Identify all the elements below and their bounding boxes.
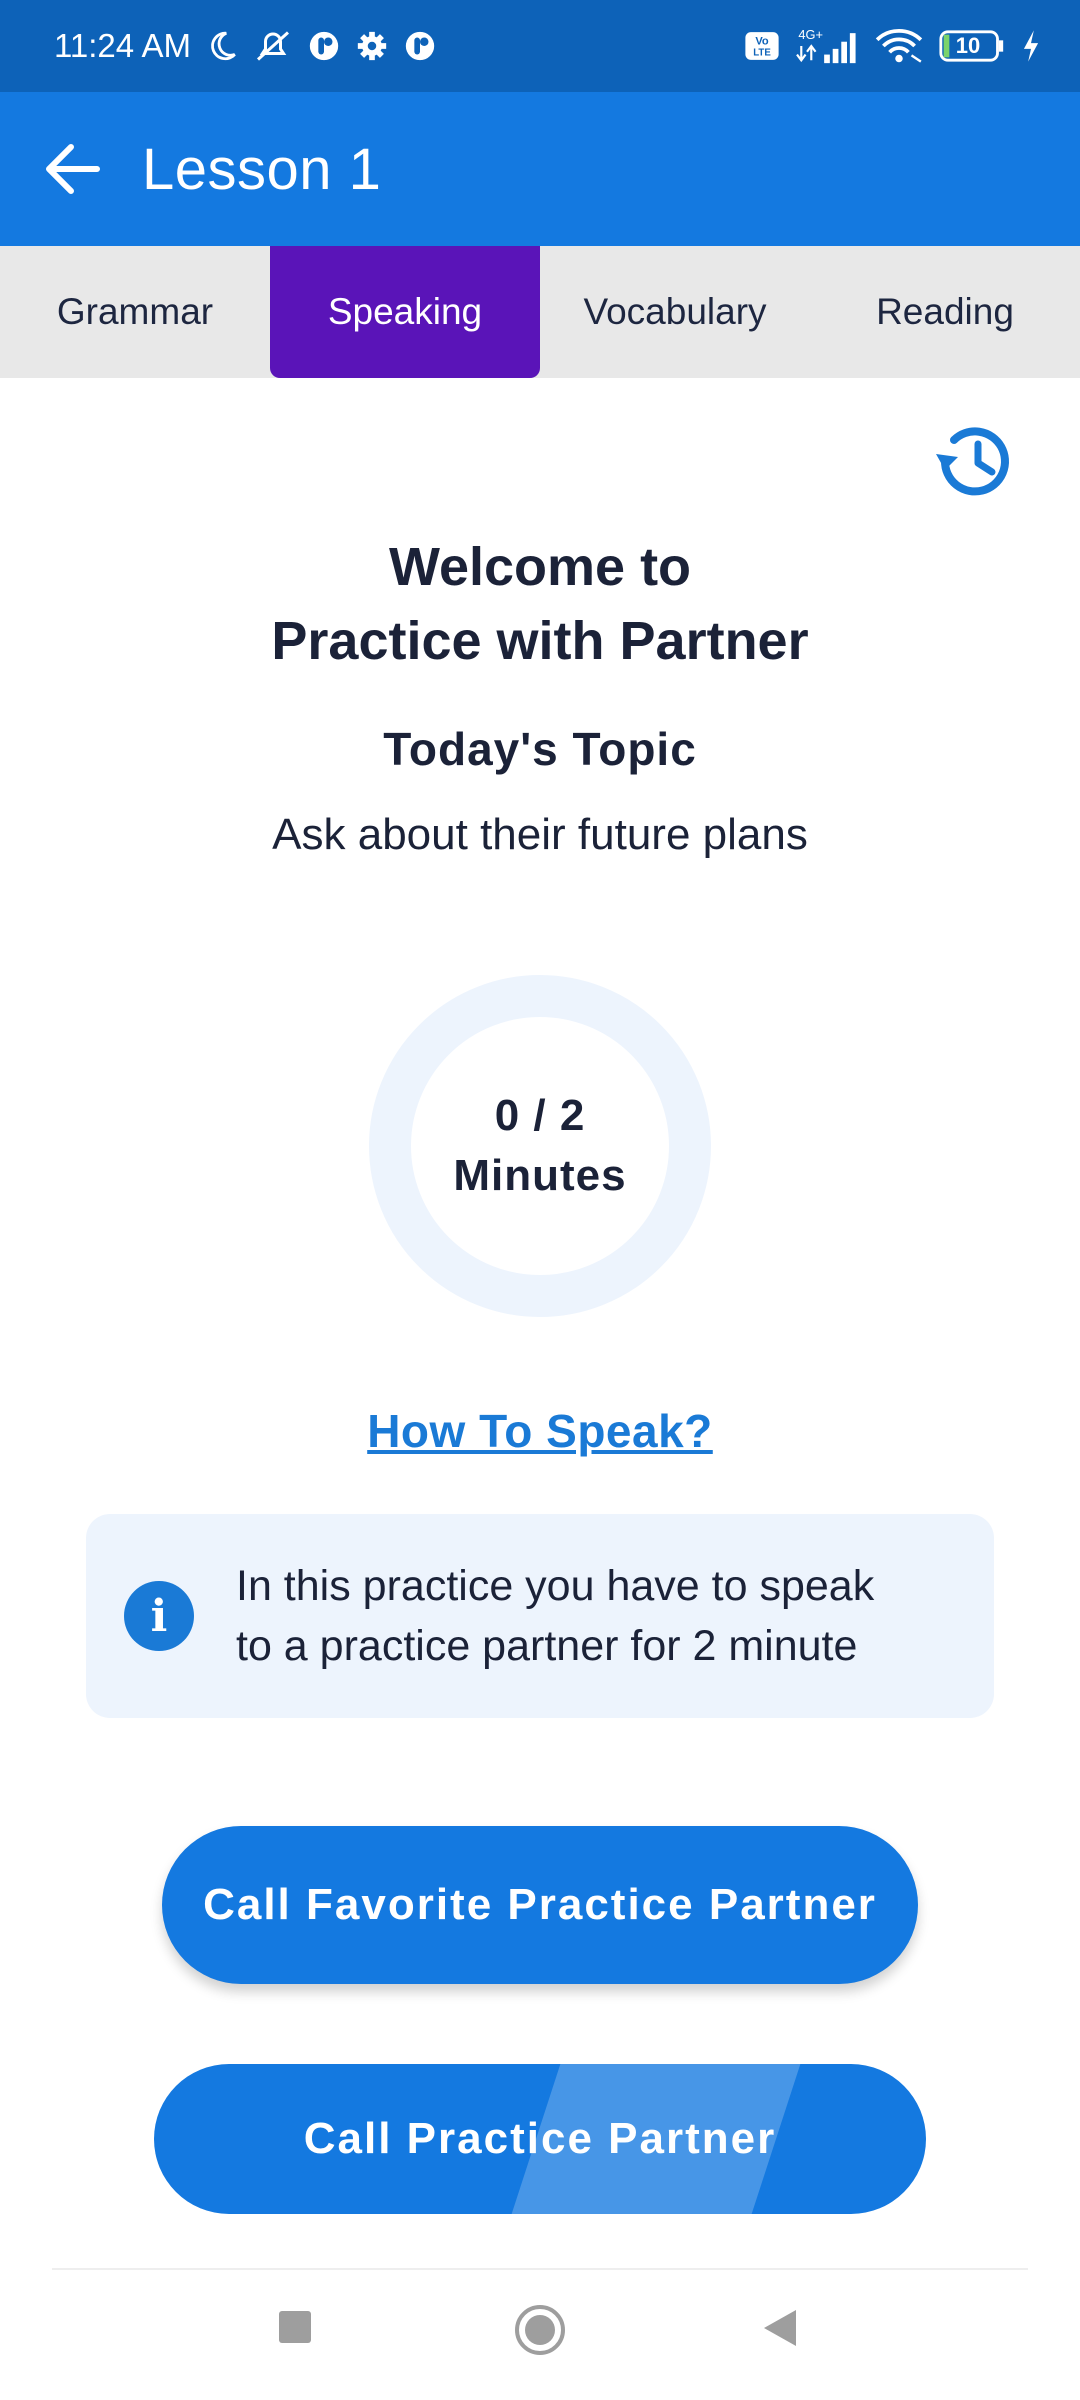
how-to-speak-link[interactable]: How To Speak? bbox=[367, 1405, 713, 1457]
call-practice-partner-label: Call Practice Partner bbox=[303, 2114, 777, 2163]
progress-label: 0 / 2 Minutes bbox=[368, 974, 712, 1318]
call-favorite-partner-label: Call Favorite Practice Partner bbox=[203, 1880, 877, 1929]
topic-text: Ask about their future plans bbox=[272, 810, 808, 859]
status-right: Vo LTE 4G+ 10 bbox=[744, 26, 1042, 66]
info-icon: i bbox=[124, 1581, 194, 1651]
history-button[interactable] bbox=[932, 418, 1018, 504]
circle-home-icon bbox=[515, 2305, 565, 2355]
bell-off-icon bbox=[253, 28, 293, 64]
charging-icon bbox=[1020, 29, 1042, 63]
battery-level: 10 bbox=[955, 33, 981, 58]
progress-unit: Minutes bbox=[453, 1151, 627, 1200]
app-badge-icon bbox=[403, 29, 437, 63]
system-nav-bar bbox=[0, 2270, 1080, 2400]
arrow-left-icon bbox=[46, 144, 100, 194]
recents-button[interactable] bbox=[278, 2310, 312, 2344]
svg-text:LTE: LTE bbox=[753, 48, 771, 59]
svg-text:4G+: 4G+ bbox=[798, 27, 823, 42]
back-nav-button[interactable] bbox=[760, 2308, 800, 2348]
signal-4g-icon: 4G+ bbox=[794, 26, 860, 66]
info-text-line-1: In this practice you have to speak bbox=[236, 1562, 875, 1610]
square-icon bbox=[279, 2311, 311, 2343]
svg-text:Vo: Vo bbox=[755, 36, 769, 48]
tab-vocabulary[interactable]: Vocabulary bbox=[540, 246, 810, 378]
info-text: In this practice you have to speak to a … bbox=[236, 1556, 874, 1676]
info-box: i In this practice you have to speak to … bbox=[86, 1514, 994, 1718]
status-bar: 11:24 AM Vo LTE 4G+ 10 bbox=[0, 0, 1080, 92]
page-title: Lesson 1 bbox=[142, 136, 382, 202]
volte-icon: Vo LTE bbox=[744, 29, 780, 63]
welcome-line-2: Practice with Partner bbox=[271, 611, 809, 671]
status-time: 11:24 AM bbox=[54, 27, 191, 64]
home-button[interactable] bbox=[514, 2304, 566, 2356]
tab-grammar[interactable]: Grammar bbox=[0, 246, 270, 378]
gear-icon bbox=[355, 29, 389, 63]
progress-value: 0 / 2 bbox=[494, 1091, 586, 1140]
call-favorite-partner-button[interactable]: Call Favorite Practice Partner bbox=[162, 1826, 918, 1984]
welcome-line-1: Welcome to bbox=[388, 537, 692, 597]
history-icon bbox=[936, 427, 1009, 496]
how-to-speak-container: How To Speak? bbox=[0, 1404, 1080, 1458]
call-practice-partner-button[interactable]: Call Practice Partner bbox=[154, 2064, 926, 2214]
info-text-line-2: to a practice partner for 2 minute bbox=[236, 1622, 858, 1670]
topic-heading: Today's Topic bbox=[383, 723, 697, 775]
tab-speaking[interactable]: Speaking bbox=[270, 246, 540, 378]
battery-icon: 10 bbox=[938, 29, 1006, 63]
welcome-heading: Welcome to Practice with Partner bbox=[0, 530, 1080, 678]
tab-reading[interactable]: Reading bbox=[810, 246, 1080, 378]
moon-icon bbox=[205, 29, 239, 63]
app-badge-icon bbox=[307, 29, 341, 63]
wifi-icon bbox=[874, 27, 924, 65]
status-left: 11:24 AM bbox=[54, 27, 437, 65]
triangle-back-icon bbox=[764, 2310, 796, 2346]
back-button[interactable] bbox=[38, 135, 106, 203]
tab-bar: Grammar Speaking Vocabulary Reading bbox=[0, 246, 1080, 378]
app-bar: Lesson 1 bbox=[0, 92, 1080, 246]
